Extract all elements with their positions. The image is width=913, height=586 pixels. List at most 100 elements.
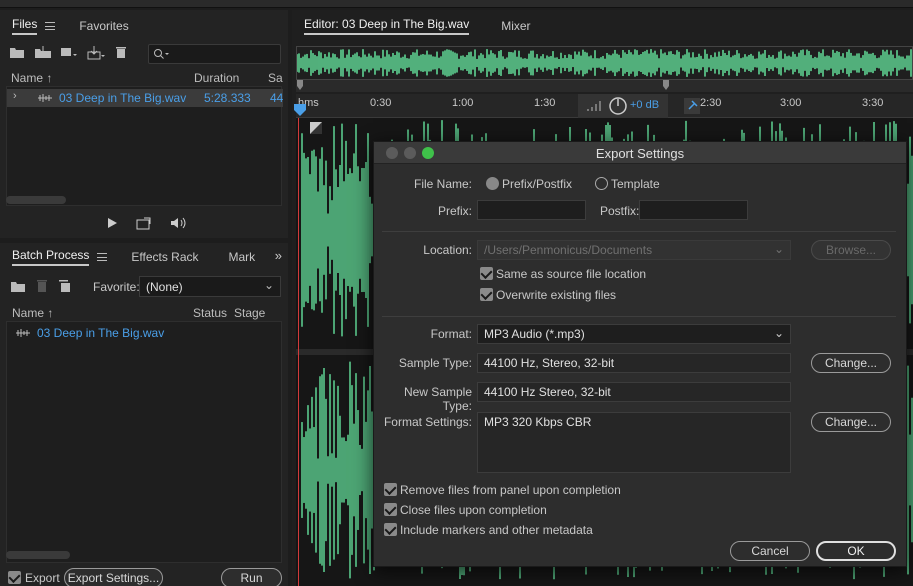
divider <box>382 316 896 317</box>
sort-up-icon: ↑ <box>46 71 53 85</box>
zoom-handle-right-icon[interactable] <box>662 80 670 92</box>
more-tabs-icon[interactable]: » <box>275 248 282 263</box>
open-folder-icon[interactable] <box>10 280 26 293</box>
format-select[interactable]: MP3 Audio (*.mp3) ⌄ <box>477 324 791 344</box>
volume-hud: +0 dB <box>578 94 668 118</box>
ruler-label: 1:30 <box>534 97 556 109</box>
overview-waveform[interactable] <box>296 46 913 80</box>
batch-file-name: 03 Deep in The Big.wav <box>37 326 165 340</box>
same-as-source-checkbox[interactable] <box>480 267 493 280</box>
open-folder-icon[interactable] <box>8 46 26 62</box>
batch-list: 03 Deep in The Big.wav <box>6 321 282 563</box>
batch-menu-icon[interactable] <box>97 253 108 261</box>
format-settings-label: Format Settings: <box>383 415 472 429</box>
browse-button[interactable]: Browse... <box>811 240 891 260</box>
ruler-label: 1:00 <box>452 97 474 109</box>
files-menu-icon[interactable] <box>45 22 56 30</box>
tab-effects-rack[interactable]: Effects Rack <box>119 243 210 271</box>
file-name: 03 Deep in The Big.wav <box>59 91 187 105</box>
hud-toggle-icon[interactable] <box>310 122 322 134</box>
batch-col-stage[interactable]: Stage <box>234 306 265 320</box>
batch-col-status[interactable]: Status <box>193 306 227 320</box>
editor-tabbar: Editor: 03 Deep in The Big.wav Mixer <box>292 12 913 40</box>
batch-tabbar: Batch Process Effects Rack Mark » <box>0 243 288 271</box>
cancel-button[interactable]: Cancel <box>730 541 810 561</box>
volume-knob-icon[interactable] <box>608 96 628 116</box>
tab-favorites[interactable]: Favorites <box>67 12 140 40</box>
speaker-icon[interactable] <box>170 216 188 230</box>
tab-batch-process[interactable]: Batch Process <box>0 243 119 271</box>
files-toolbar <box>8 44 130 64</box>
waveform-file-icon <box>38 94 52 102</box>
close-files-checkbox[interactable] <box>384 503 397 516</box>
remove-files-checkbox[interactable] <box>384 483 397 496</box>
expand-chevron-icon[interactable]: › <box>13 90 17 102</box>
run-button[interactable]: Run <box>221 568 282 586</box>
location-select[interactable]: /Users/Penmonicus/Documents ⌄ <box>477 240 791 260</box>
export-settings-button[interactable]: Export Settings... <box>64 568 163 586</box>
trash-icon[interactable] <box>36 279 48 293</box>
volume-value: +0 dB <box>630 99 660 111</box>
radio-prefix-postfix-label: Prefix/Postfix <box>502 177 573 191</box>
list-item[interactable]: 03 Deep in The Big.wav <box>7 324 283 342</box>
export-checkbox[interactable] <box>8 571 21 584</box>
pin-hud-icon[interactable] <box>684 98 700 114</box>
files-list: › 03 Deep in The Big.wav 5:28.333 44 <box>6 86 283 206</box>
format-settings-value: MP3 320 Kbps CBR <box>484 415 592 429</box>
new-file-dropdown-icon[interactable] <box>60 46 78 62</box>
save-dropdown-icon[interactable] <box>86 46 105 62</box>
change-sample-type-button[interactable]: Change... <box>811 353 891 373</box>
remove-files-label: Remove files from panel upon completion <box>400 483 621 497</box>
trash-icon[interactable] <box>112 46 130 62</box>
play-icon[interactable] <box>106 217 118 229</box>
tab-editor-label: Editor: 03 Deep in The Big.wav <box>304 17 470 35</box>
ok-button[interactable]: OK <box>816 541 896 561</box>
tab-editor[interactable]: Editor: 03 Deep in The Big.wav <box>292 12 481 40</box>
time-ruler[interactable]: hms 0:30 1:00 1:30 2:30 3:00 3:30 +0 dB <box>294 94 913 118</box>
divider <box>382 231 896 232</box>
tab-files[interactable]: Files <box>0 12 67 40</box>
overwrite-checkbox[interactable] <box>480 288 493 301</box>
include-markers-checkbox[interactable] <box>384 523 397 536</box>
overview-waveform-graphic <box>296 49 912 77</box>
playhead-line <box>298 118 299 586</box>
same-as-source-label: Same as source file location <box>496 267 647 281</box>
list-item[interactable]: › 03 Deep in The Big.wav 5:28.333 44 <box>7 89 283 107</box>
tab-markers[interactable]: Mark <box>229 243 256 271</box>
radio-prefix-postfix[interactable] <box>486 177 499 190</box>
file-sample: 44 <box>270 91 284 105</box>
radio-template-label: Template <box>611 177 660 191</box>
files-col-duration[interactable]: Duration <box>194 71 239 85</box>
format-settings-field: MP3 320 Kbps CBR <box>477 412 791 473</box>
include-markers-label: Include markers and other metadata <box>400 523 593 537</box>
files-search-input[interactable] <box>148 44 281 64</box>
zoom-handle-left-icon[interactable] <box>296 80 304 92</box>
files-col-name[interactable]: Name ↑ <box>11 71 52 85</box>
new-sample-type-field: 44100 Hz Stereo, 32-bit <box>477 382 791 402</box>
change-format-settings-button[interactable]: Change... <box>811 412 891 432</box>
import-icon[interactable] <box>34 46 52 62</box>
prefix-input[interactable] <box>477 200 586 220</box>
batch-col-name[interactable]: Name ↑ <box>12 306 53 320</box>
top-toolbar-strip <box>0 0 913 8</box>
favorite-select[interactable]: (None) ⌄ <box>139 276 281 297</box>
sort-up-icon: ↑ <box>47 306 54 320</box>
overview-scrollbar[interactable] <box>296 80 913 92</box>
radio-template[interactable] <box>595 177 608 190</box>
loop-export-icon[interactable] <box>136 217 152 230</box>
batch-panel: Batch Process Effects Rack Mark » Favori… <box>0 243 288 586</box>
batch-toolbar <box>10 279 74 293</box>
files-col-sample[interactable]: Sa <box>268 71 283 85</box>
file-duration: 5:28.333 <box>204 91 251 105</box>
batch-scrollbar[interactable] <box>6 551 70 559</box>
postfix-input[interactable] <box>639 200 748 220</box>
overwrite-label: Overwrite existing files <box>496 288 617 302</box>
trash-all-icon[interactable] <box>58 279 74 293</box>
tab-mixer[interactable]: Mixer <box>489 12 542 40</box>
export-settings-dialog: Export Settings File Name: Prefix/Postfi… <box>373 141 907 567</box>
playhead-marker-icon[interactable] <box>294 104 306 118</box>
ruler-label: 3:30 <box>862 97 884 109</box>
sample-type-value: 44100 Hz, Stereo, 32-bit <box>484 356 615 370</box>
location-label: Location: <box>423 243 472 257</box>
files-scrollbar[interactable] <box>6 196 66 204</box>
